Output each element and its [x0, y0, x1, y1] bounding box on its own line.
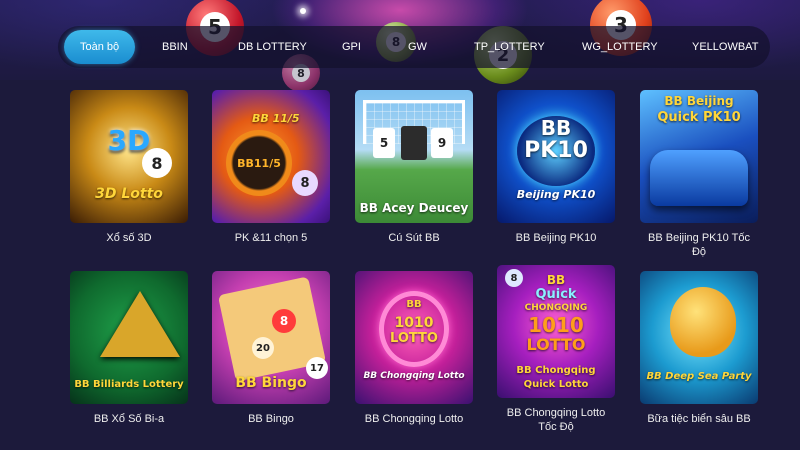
game-card-deep-sea-party[interactable]: BB Deep Sea Party Bữa tiệc biển sâu BB [640, 271, 758, 426]
billiard-rack-decoration [100, 291, 180, 357]
sparkle-decoration [300, 8, 306, 14]
game-card-beijing-pk10-quick[interactable]: BB Beijing Quick PK10 BB Beijing PK10 Tố… [640, 90, 758, 259]
game-title: BB Chongqing Lotto [364, 413, 464, 425]
game-thumbnail[interactable]: 20 8 17 BB Bingo [212, 271, 330, 404]
shark-decoration [670, 287, 736, 357]
player-card-decoration [401, 126, 427, 160]
provider-tab-bar: Toàn bộ BBIN DB LOTTERY GPI GW TP_LOTTER… [58, 26, 770, 68]
card-nine: 9 [431, 128, 453, 158]
game-title: BB Chongqing Lotto Tốc Độ [506, 407, 606, 433]
game-thumbnail[interactable]: BB Billiards Lottery [70, 271, 188, 404]
game-card-billiards-lottery[interactable]: BB Billiards Lottery BB Xổ Số Bi-a [70, 271, 188, 426]
tab-tp-lottery[interactable]: TP_LOTTERY [474, 30, 545, 64]
game-title: BB Xổ Số Bi-a [93, 413, 165, 425]
tab-gw[interactable]: GW [408, 30, 427, 64]
game-card-chongqing-lotto-quick[interactable]: 8 BB Quick CHONGQING 1010 LOTTO BB Chong… [497, 265, 615, 434]
game-thumbnail[interactable]: BB Deep Sea Party [640, 271, 758, 404]
game-title: BB Bingo [248, 413, 294, 425]
game-card-beijing-pk10[interactable]: BB PK10 Beijing PK10 BB Beijing PK10 [497, 90, 615, 245]
race-car-decoration [650, 150, 748, 206]
game-card-pk-11-5[interactable]: BB 11/5 BB11/5 8 PK &11 chọn 5 [212, 90, 330, 245]
game-title: BB Beijing PK10 [515, 232, 597, 244]
tab-bbin[interactable]: BBIN [162, 30, 188, 64]
game-card-chongqing-lotto[interactable]: BB 1010 LOTTO BB Chongqing Lotto BB Chon… [355, 271, 473, 426]
game-card-3d-lotto[interactable]: 3D 8 3D Lotto Xổ số 3D [70, 90, 188, 245]
game-title: BB Beijing PK10 Tốc Độ [648, 232, 750, 258]
game-thumbnail[interactable]: 5 9 BB Acey Deucey [355, 90, 473, 223]
game-title: Xổ số 3D [106, 232, 152, 244]
tab-gpi[interactable]: GPI [342, 30, 361, 64]
game-title: PK &11 chọn 5 [234, 232, 308, 244]
game-title: Cú Sút BB [388, 232, 440, 244]
game-thumbnail[interactable]: 8 BB Quick CHONGQING 1010 LOTTO BB Chong… [497, 265, 615, 398]
card-five: 5 [373, 128, 395, 158]
game-card-acey-deucey[interactable]: 5 9 BB Acey Deucey Cú Sút BB [355, 90, 473, 245]
tab-yellowbat[interactable]: YELLOWBAT [692, 30, 758, 64]
game-thumbnail[interactable]: BB 1010 LOTTO BB Chongqing Lotto [355, 271, 473, 404]
game-thumbnail[interactable]: BB PK10 Beijing PK10 [497, 90, 615, 223]
game-card-bingo[interactable]: 20 8 17 BB Bingo BB Bingo [212, 271, 330, 426]
game-thumbnail[interactable]: BB Beijing Quick PK10 [640, 90, 758, 223]
game-title: Bữa tiệc biển sâu BB [647, 413, 751, 425]
tab-wg-lottery[interactable]: WG_LOTTERY [582, 30, 658, 64]
game-thumbnail[interactable]: 3D 8 3D Lotto [70, 90, 188, 223]
tab-db-lottery[interactable]: DB LOTTERY [238, 30, 307, 64]
game-thumbnail[interactable]: BB 11/5 BB11/5 8 [212, 90, 330, 223]
tab-all[interactable]: Toàn bộ [64, 30, 136, 64]
